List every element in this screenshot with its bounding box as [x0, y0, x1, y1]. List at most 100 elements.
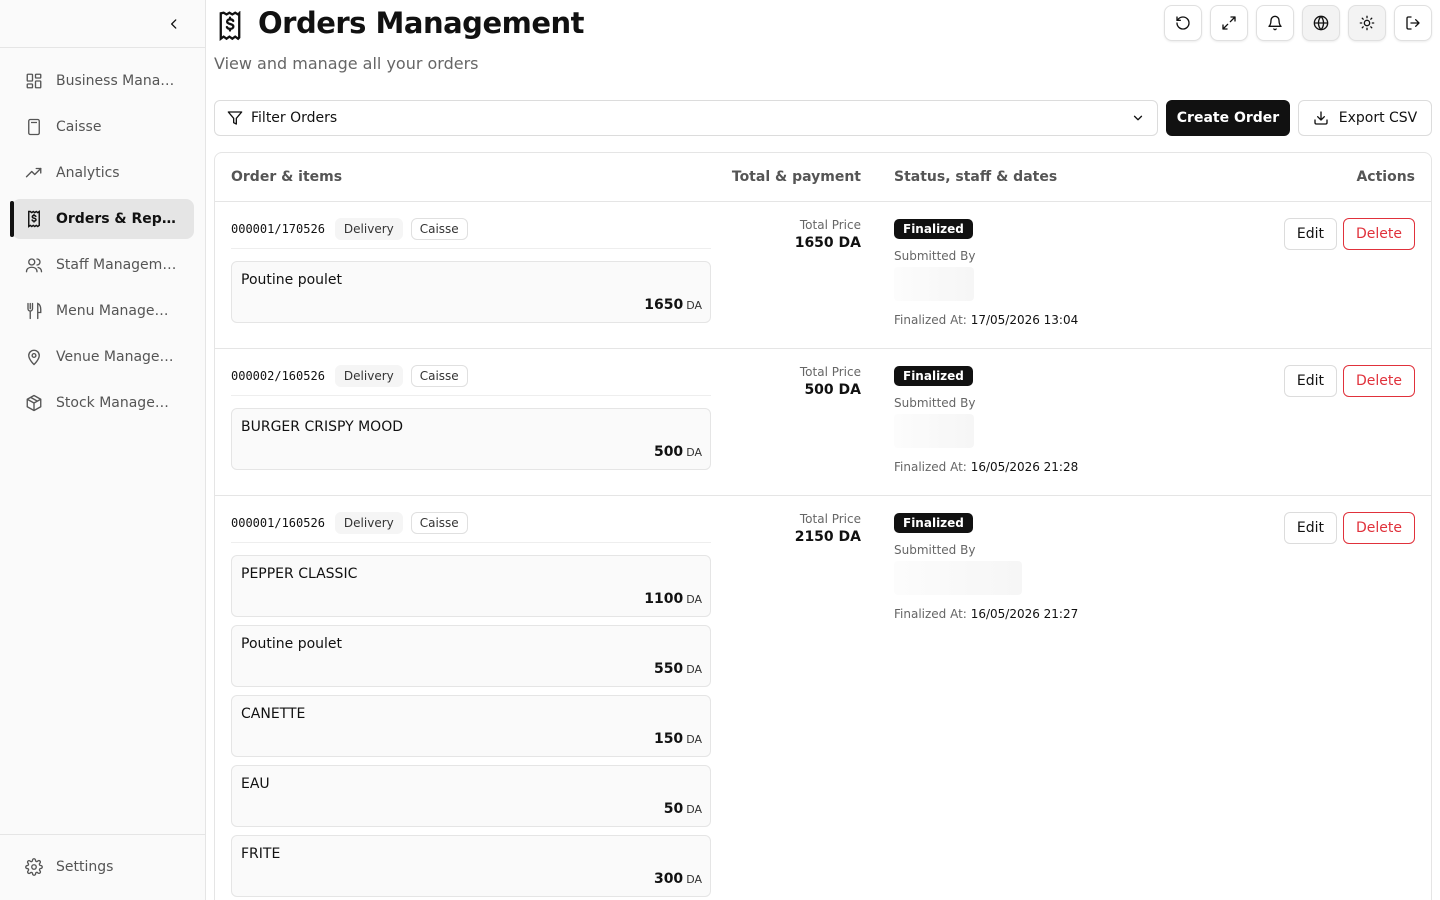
order-item: EAU 50 DA [231, 765, 711, 827]
sidebar-item-orders-reports[interactable]: Orders & Reports [10, 199, 194, 239]
sidebar-item-settings[interactable]: Settings [12, 847, 194, 887]
sidebar-item-label: Orders & Reports [56, 211, 182, 227]
total-block: Total Price 2150 DA [795, 512, 861, 545]
table-row: 000002/160526 Delivery Caisse BURGER CRI… [215, 349, 1431, 496]
order-item: PEPPER CLASSIC 1100 DA [231, 555, 711, 617]
submitted-by-label: Submitted By [894, 543, 976, 557]
submitted-by-value [894, 414, 974, 448]
sidebar: Business Management Caisse Analytics Ord… [0, 0, 206, 900]
item-name: Poutine poulet [241, 272, 343, 288]
receipt-icon [216, 10, 244, 41]
total-value: 1650 DA [794, 235, 861, 251]
create-order-button[interactable]: Create Order [1166, 100, 1290, 136]
item-price: 150 DA [653, 731, 702, 747]
divider [231, 542, 711, 543]
sidebar-item-staff-management[interactable]: Staff Management [12, 245, 194, 285]
page-title: Orders Management [258, 6, 585, 40]
delete-button[interactable]: Delete [1343, 365, 1415, 397]
order-source-tag: Caisse [410, 218, 468, 240]
status-badge: Finalized [894, 366, 973, 386]
sidebar-item-stock-management[interactable]: Stock Management [12, 383, 194, 423]
submitted-by-label: Submitted By [894, 396, 976, 410]
dashboard-grid-icon [24, 71, 44, 91]
sun-icon [1359, 15, 1375, 31]
delete-button[interactable]: Delete [1343, 218, 1415, 250]
order-type-tag: Delivery [334, 365, 403, 387]
sidebar-item-label: Business Management [56, 73, 182, 89]
bell-icon [1268, 15, 1282, 31]
sidebar-item-label: Stock Management [56, 395, 182, 411]
chevron-left-icon [171, 19, 177, 29]
divider [231, 395, 711, 396]
item-name: CANETTE [241, 706, 306, 722]
order-id: 000001/160526 [231, 516, 325, 530]
trending-up-icon [24, 163, 44, 183]
sidebar-item-label: Analytics [56, 165, 120, 181]
download-icon [1314, 111, 1328, 125]
sidebar-nav: Business Management Caisse Analytics Ord… [0, 61, 206, 429]
item-price: 1650 DA [644, 297, 702, 313]
package-icon [24, 393, 44, 413]
calculator-icon [24, 117, 44, 137]
receipt-icon [24, 209, 44, 229]
export-csv-label: Export CSV [1338, 110, 1418, 126]
item-name: FRITE [241, 846, 281, 862]
item-name: PEPPER CLASSIC [241, 566, 358, 582]
sidebar-header [0, 0, 205, 48]
map-pin-icon [24, 347, 44, 367]
order-item: Poutine poulet 550 DA [231, 625, 711, 687]
finalized-at: Finalized At: 16/05/2026 21:28 [894, 460, 1079, 474]
language-button[interactable] [1302, 5, 1340, 41]
edit-button[interactable]: Edit [1283, 365, 1337, 397]
sidebar-item-analytics[interactable]: Analytics [12, 153, 194, 193]
sidebar-item-business-management[interactable]: Business Management [12, 61, 194, 101]
sidebar-item-venue-management[interactable]: Venue Management [12, 337, 194, 377]
total-block: Total Price 500 DA [800, 365, 861, 398]
sidebar-item-menu-management[interactable]: Menu Management [12, 291, 194, 331]
total-value: 2150 DA [794, 529, 861, 545]
fullscreen-button[interactable] [1210, 5, 1248, 41]
order-id: 000002/160526 [231, 369, 325, 383]
gear-icon [24, 857, 44, 877]
edit-button[interactable]: Edit [1283, 218, 1337, 250]
order-meta: 000002/160526 Delivery Caisse [231, 365, 468, 387]
status-block: Finalized Submitted By Finalized At: 16/… [894, 365, 1194, 474]
order-meta: 000001/170526 Delivery Caisse [231, 218, 468, 240]
sidebar-item-label: Settings [56, 859, 114, 875]
notifications-button[interactable] [1256, 5, 1294, 41]
order-item: CANETTE 150 DA [231, 695, 711, 757]
globe-icon [1313, 15, 1329, 31]
item-price: 1100 DA [644, 591, 702, 607]
item-price: 50 DA [663, 801, 702, 817]
submitted-by-value [894, 267, 974, 301]
status-block: Finalized Submitted By Finalized At: 17/… [894, 218, 1194, 327]
sidebar-item-label: Staff Management [56, 257, 182, 273]
submitted-by-label: Submitted By [894, 249, 976, 263]
export-csv-button[interactable]: Export CSV [1298, 100, 1432, 136]
theme-toggle-button[interactable] [1348, 5, 1386, 41]
sidebar-item-caisse[interactable]: Caisse [12, 107, 194, 147]
order-item: FRITE 300 DA [231, 835, 711, 897]
total-label: Total Price [799, 365, 861, 379]
refresh-button[interactable] [1164, 5, 1202, 41]
collapse-sidebar-button[interactable] [164, 14, 184, 34]
delete-button[interactable]: Delete [1343, 512, 1415, 544]
row-actions: Edit Delete [1283, 218, 1415, 250]
column-header-actions: Actions [1356, 169, 1415, 185]
item-name: Poutine poulet [241, 636, 343, 652]
total-block: Total Price 1650 DA [795, 218, 861, 251]
filter-orders-dropdown[interactable]: Filter Orders [214, 100, 1158, 136]
submitted-by-value [894, 561, 1022, 595]
expand-icon [1222, 16, 1236, 30]
status-badge: Finalized [894, 219, 973, 239]
page-subtitle: View and manage all your orders [214, 54, 479, 73]
table-row: 000001/170526 Delivery Caisse Poutine po… [215, 202, 1431, 349]
sidebar-item-label: Venue Management [56, 349, 182, 365]
logout-button[interactable] [1394, 5, 1432, 41]
edit-button[interactable]: Edit [1283, 512, 1337, 544]
chevron-down-icon [1133, 115, 1143, 121]
status-badge: Finalized [894, 513, 973, 533]
order-item: Poutine poulet 1650 DA [231, 261, 711, 323]
logout-icon [1406, 16, 1420, 30]
finalized-at: Finalized At: 16/05/2026 21:27 [894, 607, 1079, 621]
